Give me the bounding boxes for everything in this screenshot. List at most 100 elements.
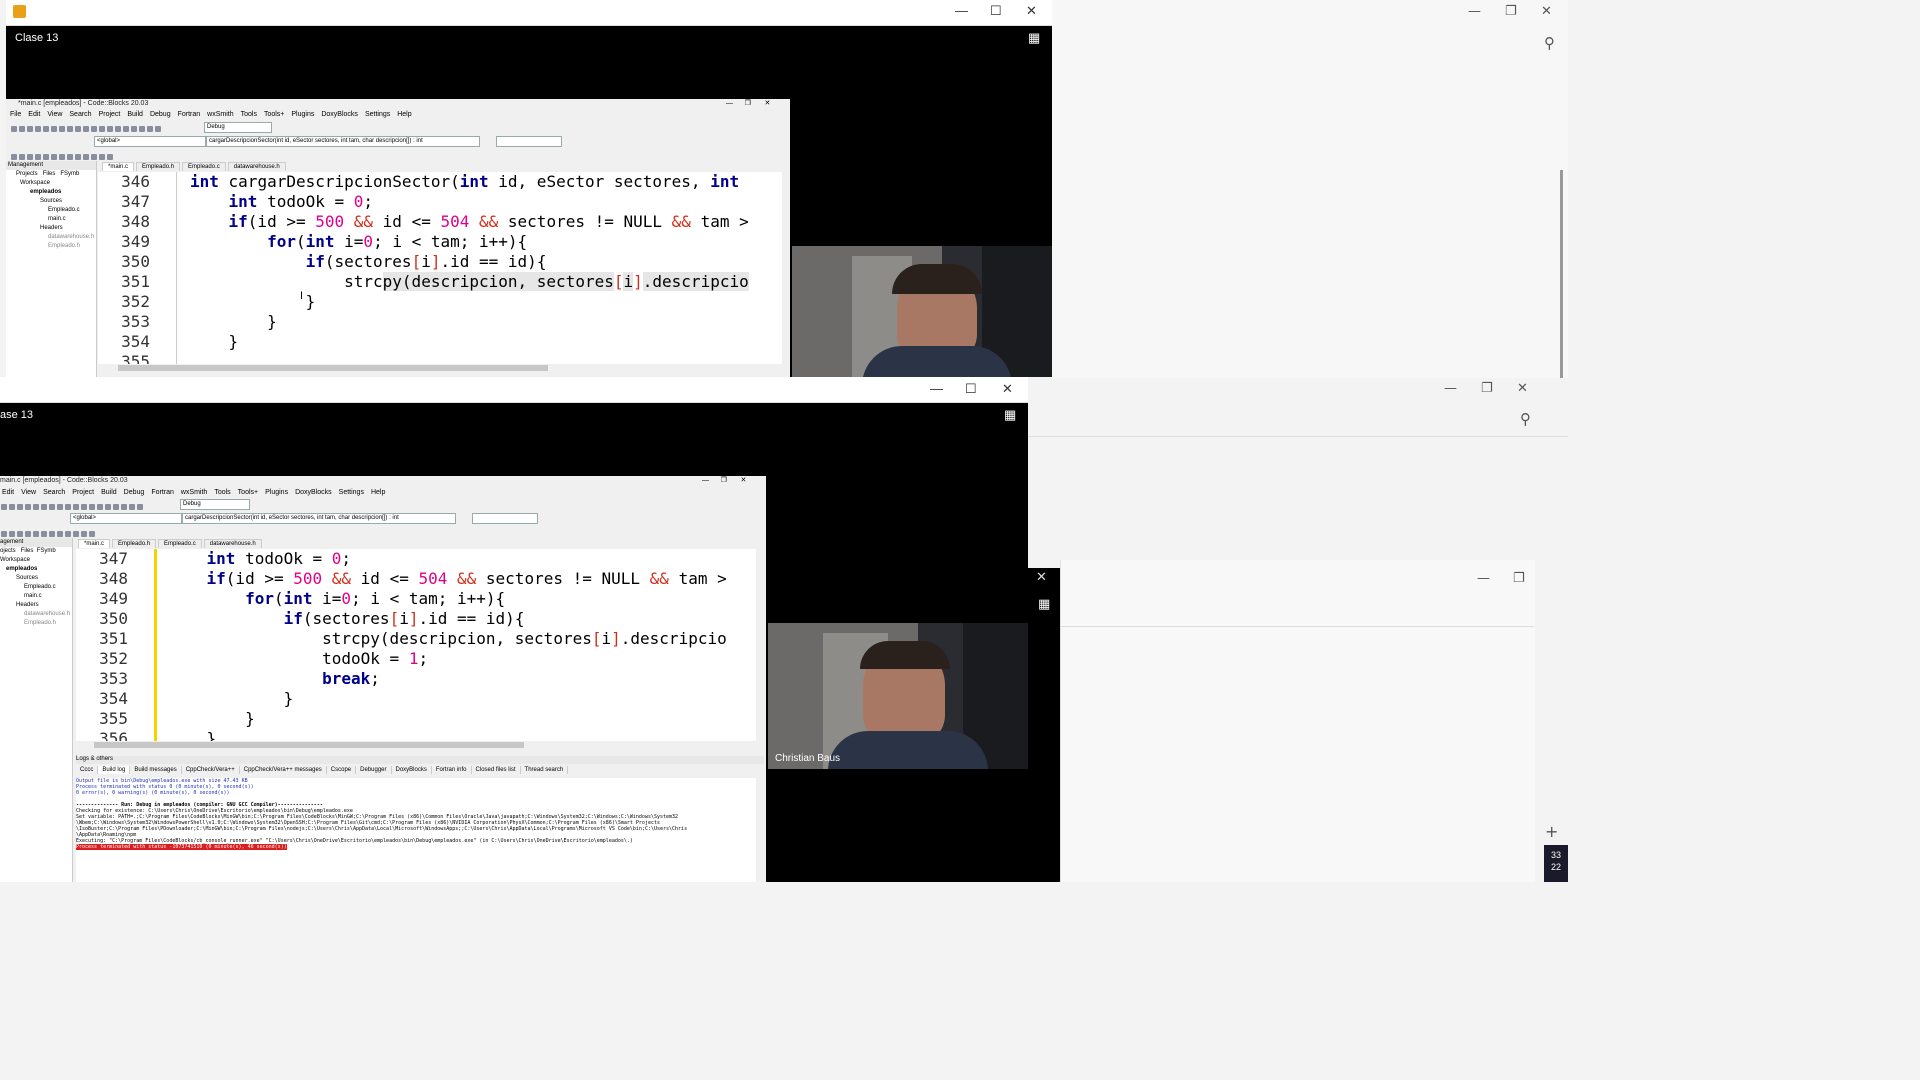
toolbar[interactable] [10,121,650,132]
log-tab[interactable]: Cscope [327,766,357,774]
log-tab[interactable]: Closed files list [472,766,521,774]
minimize-icon[interactable]: — [930,381,943,396]
management-tabs[interactable]: ojects Files FSymb [0,547,72,556]
participants-icon[interactable]: ⚲ [1520,410,1531,428]
maximize-icon[interactable]: ☐ [990,3,1002,19]
function-select[interactable]: cargarDescripcionSector(int id, eSector … [206,136,480,147]
log-tab[interactable]: Build messages [130,766,182,774]
menu-item[interactable]: Tools+ [238,489,258,496]
management-tabs[interactable]: Projects Files FSymb [6,170,96,179]
tree-project[interactable]: empleados [6,188,96,197]
menu-item[interactable]: Build [101,489,117,496]
log-tab[interactable]: CppCheck/Vera++ messages [240,766,327,774]
tab-empleado-h[interactable]: Empleado.h [136,162,181,171]
tree-file[interactable]: main.c [0,592,72,601]
code-editor[interactable]: 346 int cargarDescripcionSector(int id, e… [98,172,782,364]
restore-icon[interactable]: ❐ [1505,4,1517,19]
menu-item[interactable]: Build [127,111,143,118]
vertical-scrollbar[interactable] [782,172,790,364]
log-tab[interactable]: DoxyBlocks [392,766,432,774]
menu-item[interactable]: View [47,111,62,118]
tree-file[interactable]: Empleado.h [6,242,96,251]
horizontal-scrollbar[interactable] [84,741,756,749]
tab-empleado-c[interactable]: Empleado.c [158,539,202,548]
close-icon[interactable]: ✕ [1026,3,1037,19]
file-tabs[interactable]: *main.c Empleado.h Empleado.c datawarehouse… [102,162,288,172]
menu-item[interactable]: Debug [124,489,145,496]
log-tab[interactable]: Cccc [76,766,99,774]
menu-item[interactable]: Help [397,111,411,118]
menu-item[interactable]: Fortran [151,489,174,496]
window-controls[interactable]: — ❐ ✕ [702,476,746,484]
tree-headers[interactable]: Headers [6,224,96,233]
menu-item[interactable]: wxSmith [207,111,233,118]
tab-datawarehouse-h[interactable]: datawarehouse.h [227,162,286,171]
close-icon[interactable]: ✕ [1002,381,1013,397]
layout-icon[interactable]: ▦ [1038,597,1050,612]
menu-item[interactable]: Search [43,489,65,496]
toolbar-2[interactable] [10,149,210,160]
function-select[interactable]: cargarDescripcionSector(int id, eSector … [182,513,456,524]
tree-sources[interactable]: Sources [6,197,96,206]
build-target-select[interactable]: Debug [180,499,250,510]
minimize-icon[interactable]: — [1468,4,1481,19]
tree-workspace[interactable]: Workspace [6,179,96,188]
close-icon[interactable]: ✕ [1036,570,1047,585]
tree-file[interactable]: main.c [6,215,96,224]
scope-select[interactable]: <global> [94,136,206,147]
scope-select[interactable]: <global> [70,513,182,524]
add-icon[interactable]: + [1545,822,1558,841]
minimize-icon[interactable]: — [1477,571,1490,586]
restore-icon[interactable]: ❐ [1481,381,1493,396]
tree-file[interactable]: Empleado.h [0,619,72,628]
menu-item[interactable]: Edit [28,111,40,118]
menu-item[interactable]: Tools+ [264,111,284,118]
tree-file[interactable]: Empleado.c [6,206,96,215]
menu-item[interactable]: File [10,111,21,118]
log-tab[interactable]: Thread search [521,766,569,774]
tab-empleado-h[interactable]: Empleado.h [112,539,157,548]
minimize-icon[interactable]: — [1444,381,1457,396]
menu-item[interactable]: View [21,489,36,496]
layout-icon[interactable]: ▦ [1004,407,1016,423]
tree-file[interactable]: Empleado.c [0,583,72,592]
tab-datawarehouse-h[interactable]: datawarehouse.h [203,539,262,548]
menu-item[interactable]: wxSmith [181,489,207,496]
log-tab[interactable]: Fortran info [432,766,472,774]
menu-bar[interactable]: File Edit View Search Project Build Debug Fortr… [10,111,790,120]
logs-tabs[interactable]: Cccc Build log Build messages CppCheck/Vera… [76,766,764,777]
menu-item[interactable]: Settings [339,489,364,496]
tab-main-c[interactable]: *main.c [102,162,135,171]
menu-item[interactable]: Plugins [265,489,288,496]
file-tabs[interactable]: *main.c Empleado.h Empleado.c datawarehouse… [78,539,264,549]
menu-item[interactable]: Edit [2,489,14,496]
log-tab[interactable]: Build log [98,766,131,774]
log-tab[interactable]: CppCheck/Vera++ [182,766,240,774]
menu-item[interactable]: Project [99,111,121,118]
code-editor[interactable]: 347 int todoOk = 0; 348 if(id >= 500 && i… [76,549,756,741]
tab-main-c[interactable]: *main.c [78,539,111,548]
close-icon[interactable]: ✕ [1541,4,1552,19]
menu-item[interactable]: Plugins [291,111,314,118]
menu-item[interactable]: Project [72,489,94,496]
log-tab[interactable]: Debugger [356,766,392,774]
layout-icon[interactable]: ▦ [1028,30,1040,46]
search-combo[interactable] [496,136,562,147]
participants-icon[interactable]: ⚲ [1544,34,1555,52]
tree-file[interactable]: datawarehouse.h [0,610,72,619]
maximize-icon[interactable]: ☐ [965,381,977,397]
tab-empleado-c[interactable]: Empleado.c [182,162,226,171]
menu-item[interactable]: DoxyBlocks [321,111,358,118]
menu-item[interactable]: Tools [214,489,230,496]
menu-item[interactable]: Debug [150,111,171,118]
toolbar[interactable] [0,499,600,510]
menu-item[interactable]: Help [371,489,385,496]
tree-sources[interactable]: Sources [0,574,72,583]
menu-bar[interactable]: Edit View Search Project Build Debug Fortran wx… [2,489,766,498]
tree-headers[interactable]: Headers [0,601,72,610]
tree-project[interactable]: empleados [0,565,72,574]
menu-item[interactable]: Fortran [178,111,201,118]
tree-file[interactable]: datawarehouse.h [6,233,96,242]
toolbar-2[interactable] [0,526,200,537]
menu-item[interactable]: DoxyBlocks [295,489,332,496]
